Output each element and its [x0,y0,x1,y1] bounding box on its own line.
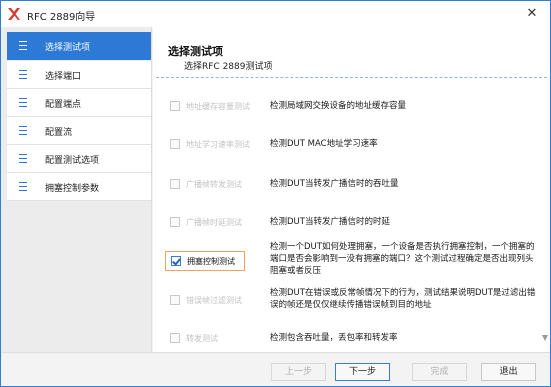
header-divider [156,77,547,78]
window-title: RFC 2889向导 [27,12,96,23]
main-panel: 选择测试项 选择RFC 2889测试项 地址缓存容量测试 检测局域网交换设备的地… [153,27,550,352]
sidebar-item-test-options[interactable]: 配置测试选项 [7,145,151,173]
sidebar-item-select-ports[interactable]: 选择端口 [7,61,151,89]
finish-button[interactable]: 完成 [412,363,467,381]
description-line: 检测一个DUT如何处理拥塞，一个设备是否执行拥塞控制，一个拥塞的 [270,242,535,252]
checkbox-icon [170,139,180,149]
list-icon [19,70,27,79]
test-description: 检测DUT在错误或反常帧情况下的行为，测试结果说明DUT是过滤出错 误的帧还是仅… [270,287,550,311]
wizard-sidebar: 选择测试项 选择端口 配置端点 配置流 配置测试选项 拥塞控制参数 [1,27,152,352]
description-line: 阻塞或者反压 [270,266,322,276]
checkbox-icon [170,179,180,189]
test-description: 检测DUT当转发广播信时的吞吐量 [270,178,550,190]
checkbox-icon [170,333,180,343]
wizard-window: RFC 2889向导 ✕ 选择测试项 选择端口 配置端点 配置流 配置测试选项 … [0,0,551,387]
test-checkbox-address-cache[interactable]: 地址缓存容量测试 [165,97,250,117]
next-button[interactable]: 下一步 [335,363,390,381]
sidebar-item-label: 配置流 [45,128,73,138]
list-icon [19,154,27,163]
test-description: 检测DUT当转发广播信时的时延 [270,216,550,228]
checkbox-checked-icon [171,256,181,266]
description-line: 端口是否会影响到一没有拥塞的端口？这个测试过程确定是否出现列头 [270,254,534,264]
test-description: 检测DUT MAC地址学习速率 [270,138,550,150]
sidebar-item-label: 选择测试项 [45,43,91,53]
sidebar-item-label: 选择端口 [45,72,82,82]
wizard-footer: 上一步 下一步 完成 退出 [1,352,550,386]
test-checkbox-forwarding[interactable]: 转发测试 [165,329,245,349]
close-button[interactable]: ✕ [518,2,546,26]
test-name: 错误帧过滤测试 [186,296,242,305]
sidebar-item-configure-flows[interactable]: 配置流 [7,117,151,145]
description-line: 误的帧还是仅仅继续传播错误帧到目的地址 [270,300,432,310]
description-line: 检测DUT在错误或反常帧情况下的行为，测试结果说明DUT是过滤出错 [270,288,536,298]
prev-button[interactable]: 上一步 [271,363,326,381]
test-name: 广播帧时延测试 [186,218,242,227]
sidebar-item-configure-endpoints[interactable]: 配置端点 [7,89,151,117]
scroll-down-icon[interactable] [542,333,548,343]
checkbox-icon [170,295,180,305]
test-name: 拥塞控制测试 [187,257,235,266]
sidebar-item-label: 配置端点 [45,100,82,110]
description-line: 检测包含吞吐量，丢包率和转发率 [270,333,398,343]
panel-header: 选择测试项 选择RFC 2889测试项 [153,27,550,77]
checkbox-icon [170,101,180,111]
list-icon [19,41,27,50]
sidebar-item-label: 配置测试选项 [45,156,100,166]
list-icon [19,126,27,135]
sidebar-item-select-tests[interactable]: 选择测试项 [7,32,151,60]
description-line: 检测DUT当转发广播信时的时延 [270,217,390,227]
test-name: 广播帧转发测试 [186,180,242,189]
test-name: 地址缓存容量测试 [186,102,250,111]
description-line: 检测局域网交换设备的地址缓存容量 [270,101,407,111]
list-icon [19,98,27,107]
sidebar-item-label: 拥塞控制参数 [45,184,100,194]
sidebar-item-congestion-params[interactable]: 拥塞控制参数 [7,173,151,201]
test-name: 地址学习速率测试 [186,140,250,149]
page-title: 选择测试项 [168,45,223,58]
test-checkbox-broadcast-latency[interactable]: 广播帧时延测试 [165,213,245,233]
test-checkbox-broadcast-forwarding[interactable]: 广播帧转发测试 [165,175,245,195]
page-subtitle: 选择RFC 2889测试项 [184,62,273,72]
test-description: 检测包含吞吐量，丢包率和转发率 [270,332,550,344]
app-logo-icon [8,8,20,20]
test-checkbox-error-filtering[interactable]: 错误帧过滤测试 [165,291,245,311]
test-checkbox-congestion-control[interactable]: 拥塞控制测试 [165,251,245,271]
test-name: 转发测试 [186,334,218,343]
description-line: 检测DUT当转发广播信时的吞吐量 [270,179,399,189]
description-line: 检测DUT MAC地址学习速率 [270,139,378,149]
test-description: 检测一个DUT如何处理拥塞，一个设备是否执行拥塞控制，一个拥塞的 端口是否会影响… [270,241,550,277]
list-icon [19,182,27,191]
title-bar[interactable]: RFC 2889向导 ✕ [1,1,550,27]
checkbox-icon [170,217,180,227]
exit-button[interactable]: 退出 [481,363,536,381]
test-description: 检测局域网交换设备的地址缓存容量 [270,100,550,112]
test-checkbox-address-learning[interactable]: 地址学习速率测试 [165,135,250,155]
